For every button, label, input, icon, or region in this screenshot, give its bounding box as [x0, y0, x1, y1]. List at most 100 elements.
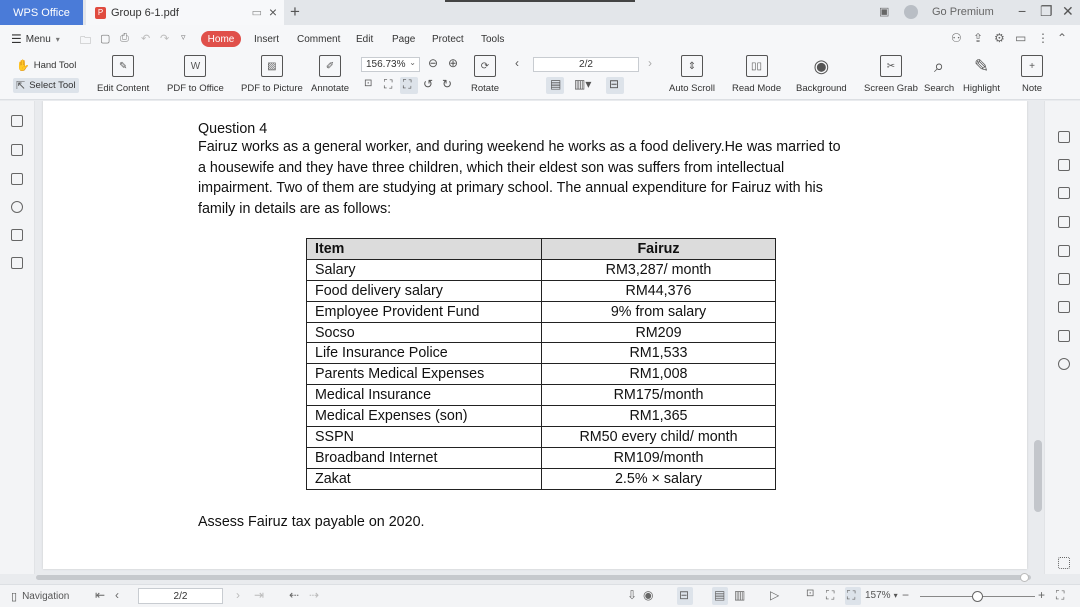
rotate-left-icon[interactable]: ↺	[423, 77, 433, 91]
zoom-in-icon[interactable]: ⊕	[448, 56, 458, 70]
tab-insert[interactable]: Insert	[254, 34, 279, 45]
horizontal-scrollbar[interactable]	[36, 575, 1031, 580]
search-button[interactable]: ⌕ Search	[924, 55, 954, 95]
select-tool-button[interactable]: ⇱ Select Tool	[13, 78, 79, 93]
zoom-in-icon[interactable]: +	[1038, 588, 1045, 602]
fit-page-icon[interactable]: ⛶	[384, 77, 392, 92]
close-tab-icon[interactable]: ×	[269, 4, 277, 20]
save-icon[interactable]: ▢	[100, 32, 110, 45]
continuous-scroll-icon[interactable]: ⊟	[609, 77, 619, 91]
double-page-view-icon[interactable]: ▥	[734, 588, 745, 602]
redo-icon[interactable]: ↷	[160, 32, 169, 45]
restore-icon[interactable]: ❐	[1040, 3, 1053, 20]
screen-grab-button[interactable]: ✂ Screen Grab	[864, 55, 918, 94]
main-menu-button[interactable]: ☰ Menu ▾	[11, 32, 60, 46]
go-premium-link[interactable]: Go Premium	[932, 6, 994, 18]
app-tab[interactable]: WPS Office	[0, 0, 83, 25]
comment-icon[interactable]: ▭	[1015, 31, 1026, 45]
comment-panel-icon[interactable]	[11, 173, 23, 185]
last-page-icon[interactable]: ⇥	[254, 588, 264, 602]
actual-size-icon[interactable]: ⊡	[364, 78, 372, 89]
form-fill-icon[interactable]	[1058, 216, 1070, 228]
previous-page-icon[interactable]: ‹	[515, 56, 519, 70]
account-box-icon[interactable]: ▣	[879, 5, 889, 18]
zoom-out-icon[interactable]: ⊖	[428, 56, 438, 70]
document-viewport[interactable]: Question 4 Fairuz works as a general wor…	[36, 101, 1044, 574]
user-icon[interactable]: ⚇	[951, 31, 962, 45]
grid-icon[interactable]	[1058, 557, 1070, 569]
tab-protect[interactable]: Protect	[432, 34, 464, 45]
pdf-to-picture-button[interactable]: ▨ PDF to Picture	[241, 55, 303, 94]
new-tab-icon[interactable]: +	[290, 2, 300, 22]
fit-width-icon[interactable]: ⛶	[847, 588, 855, 603]
pdf-to-office-button[interactable]: W PDF to Office	[167, 55, 224, 94]
print-icon[interactable]: ⎙	[120, 32, 129, 45]
annotate-button[interactable]: ✐ Annotate	[311, 55, 349, 94]
tab-edit[interactable]: Edit	[356, 34, 373, 45]
open-folder-icon[interactable]: 🗀	[80, 32, 91, 51]
more-icon[interactable]: ⋮	[1037, 31, 1049, 45]
protect-icon[interactable]	[1058, 330, 1070, 342]
first-page-icon[interactable]: ⇤	[95, 588, 105, 602]
single-page-view-icon[interactable]: ▤	[714, 588, 725, 602]
undo-icon[interactable]: ↶	[141, 32, 150, 45]
rotate-right-icon[interactable]: ↻	[442, 77, 452, 91]
export-status-icon[interactable]: ⇩	[627, 588, 637, 602]
background-button[interactable]: ◉ Background	[796, 55, 847, 95]
page-number-input[interactable]: 2/2	[533, 57, 639, 72]
form-icon[interactable]	[11, 257, 23, 269]
tab-home[interactable]: Home	[201, 31, 241, 47]
zoom-out-icon[interactable]: −	[902, 588, 909, 602]
tab-window-icon[interactable]: ▭	[252, 6, 262, 19]
tab-comment[interactable]: Comment	[297, 34, 340, 45]
zoom-level-dropdown[interactable]: 157% ▾	[865, 590, 898, 601]
sign-icon[interactable]	[1058, 245, 1070, 257]
fullscreen-icon[interactable]: ⛶	[1056, 588, 1064, 603]
search-panel-icon[interactable]	[1058, 358, 1070, 370]
hand-tool-button[interactable]: ✋ Hand Tool	[16, 59, 76, 72]
rotate-button[interactable]: ⟳ Rotate	[471, 55, 499, 94]
edit-content-button[interactable]: ✎ Edit Content	[97, 55, 149, 94]
previous-page-icon[interactable]: ‹	[115, 588, 119, 602]
attachment-icon[interactable]	[11, 201, 23, 213]
minimize-icon[interactable]: −	[1018, 3, 1026, 19]
fit-page-icon[interactable]: ⛶	[826, 588, 834, 603]
auto-scroll-button[interactable]: ⇕ Auto Scroll	[669, 55, 715, 94]
next-page-icon[interactable]: ›	[236, 588, 240, 602]
read-mode-button[interactable]: ▯▯ Read Mode	[732, 55, 781, 94]
two-page-icon[interactable]: ▥▾	[574, 77, 591, 91]
print-panel-icon[interactable]	[1058, 301, 1070, 313]
zoom-slider-handle[interactable]	[972, 591, 983, 602]
fit-width-icon[interactable]: ⛶	[403, 77, 411, 92]
next-page-icon[interactable]: ›	[648, 56, 652, 70]
bookmark-icon[interactable]	[11, 115, 23, 127]
close-window-icon[interactable]: ✕	[1062, 3, 1074, 20]
collapse-icon[interactable]: ⌃	[1057, 31, 1067, 45]
eye-protection-icon[interactable]: ◉	[643, 588, 653, 602]
zoom-level-select[interactable]: 156.73% ⌄	[361, 57, 420, 72]
share-icon[interactable]: ⇪	[973, 31, 983, 45]
thumbnail-icon[interactable]	[11, 144, 23, 156]
single-page-icon[interactable]: ▤	[550, 77, 561, 91]
avatar[interactable]	[904, 5, 918, 19]
continuous-view-icon[interactable]: ⊟	[679, 588, 689, 602]
document-tab[interactable]: P Group 6-1.pdf ▭ ×	[86, 0, 284, 25]
settings-icon[interactable]: ⚙	[994, 31, 1005, 45]
vertical-scrollbar-thumb[interactable]	[1034, 440, 1042, 512]
highlight-button[interactable]: ✎ Highlight	[963, 55, 1000, 95]
forward-icon[interactable]: ⇢	[309, 588, 319, 602]
horizontal-scrollbar-end[interactable]	[1020, 573, 1029, 582]
navigation-button[interactable]: ▯ Navigation	[11, 590, 69, 603]
convert-icon[interactable]	[1058, 187, 1070, 199]
play-icon[interactable]: ▷	[770, 588, 779, 602]
export-icon[interactable]	[1058, 131, 1070, 143]
status-page-input[interactable]: 2/2	[138, 588, 223, 604]
note-button[interactable]: + Note	[1021, 55, 1043, 94]
actual-size-icon[interactable]: ⊡	[806, 588, 814, 599]
compare-icon[interactable]	[1058, 273, 1070, 285]
customize-icon[interactable]: ▿	[181, 32, 186, 43]
tab-page[interactable]: Page	[392, 34, 415, 45]
edit-panel-icon[interactable]	[1058, 159, 1070, 171]
back-icon[interactable]: ⇠	[289, 588, 299, 602]
signature-icon[interactable]	[11, 229, 23, 241]
